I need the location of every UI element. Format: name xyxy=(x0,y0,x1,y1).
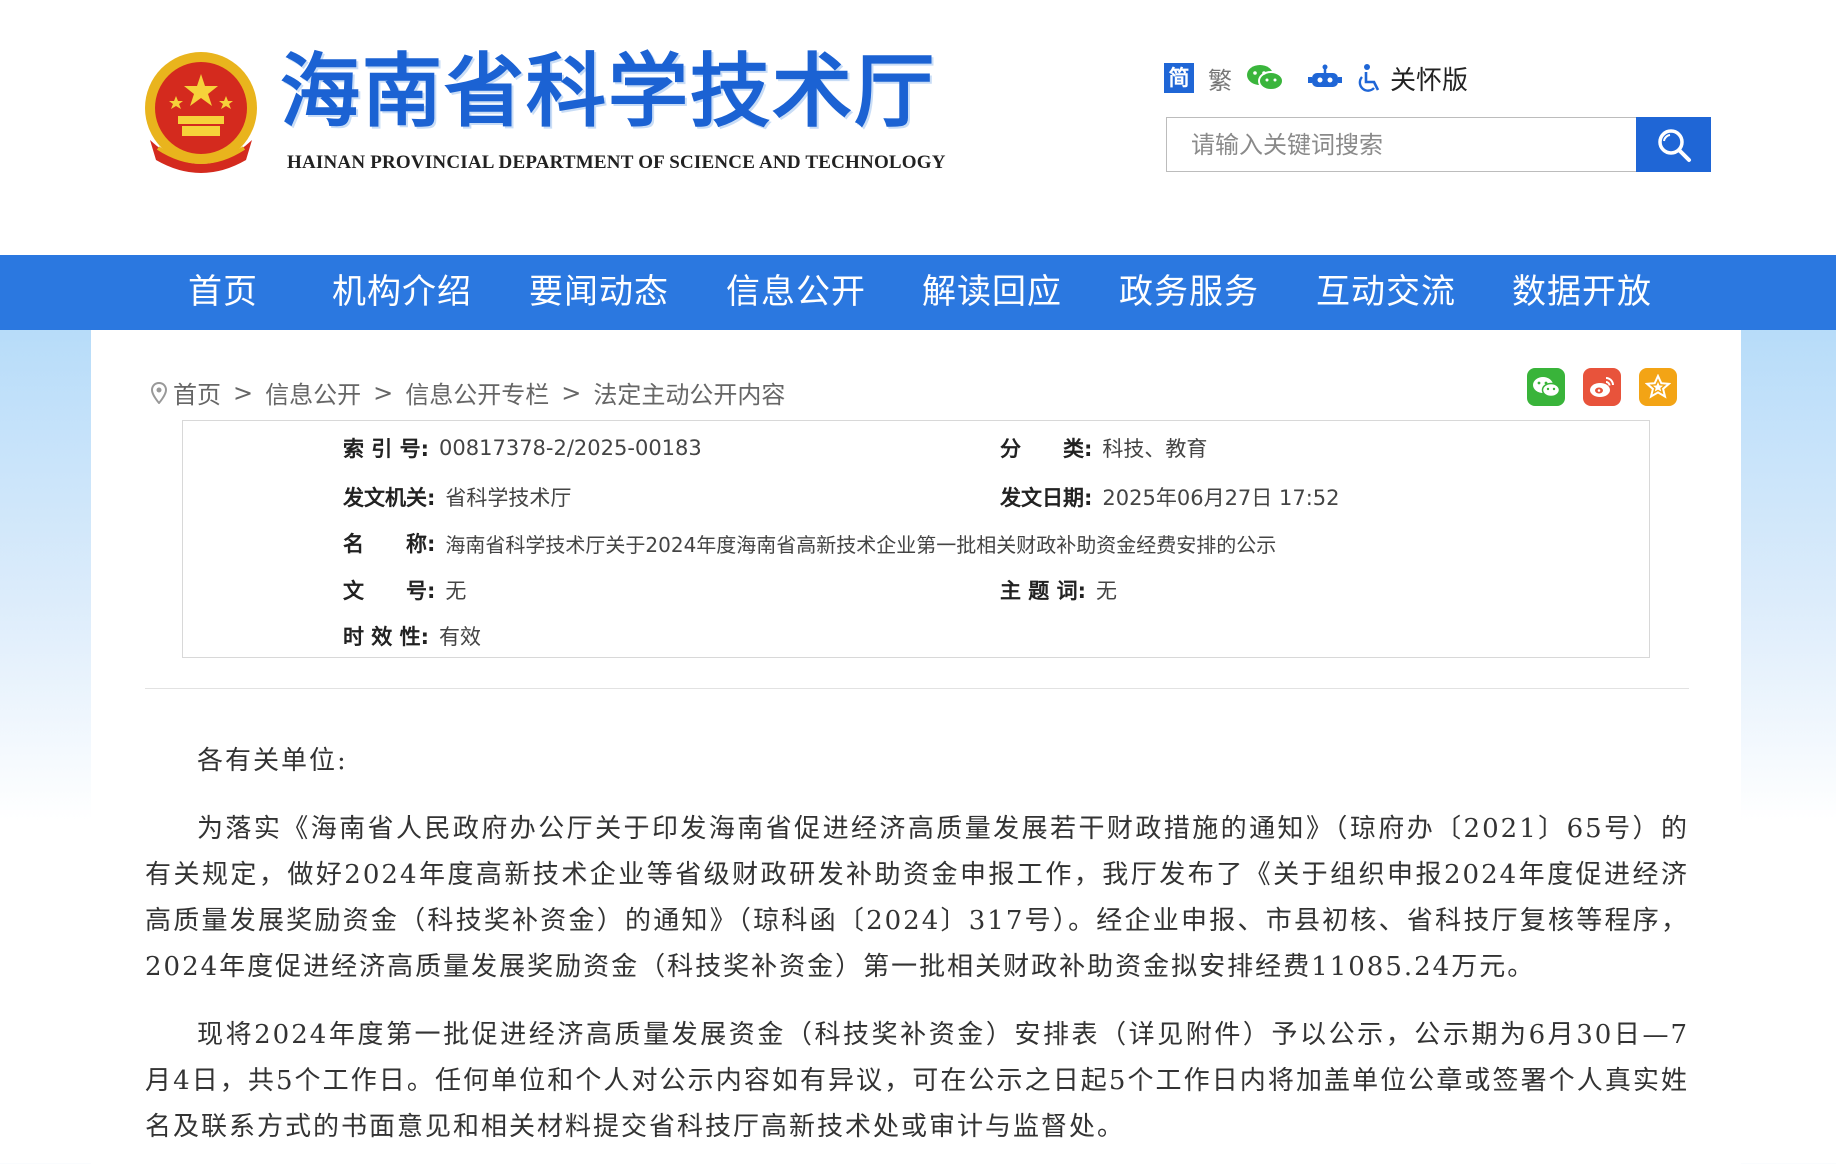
breadcrumb-separator: > xyxy=(561,378,582,407)
simplified-chinese-button[interactable]: 简 xyxy=(1164,63,1194,93)
meta-docno-label: 文 号: xyxy=(343,579,436,603)
breadcrumb-home[interactable]: 首页 xyxy=(173,375,221,410)
meta-date-label: 发文日期: xyxy=(1000,486,1093,510)
content-divider xyxy=(145,688,1689,689)
meta-issuer: 发文机关: 省科学技术厅 xyxy=(343,482,571,512)
site-title: 海南省科学技术厅 xyxy=(280,45,936,138)
location-pin-icon xyxy=(151,381,167,404)
breadcrumb-separator: > xyxy=(233,378,254,407)
meta-name-label: 名 称: xyxy=(343,532,436,556)
share-wechat-button[interactable] xyxy=(1527,368,1565,406)
meta-index-label: 索 引 号: xyxy=(343,437,430,461)
meta-subject-label: 主 题 词: xyxy=(1000,579,1087,603)
breadcrumb: 首页 > 信息公开 > 信息公开专栏 > 法定主动公开内容 xyxy=(151,375,785,410)
meta-docno-value: 无 xyxy=(445,579,467,603)
nav-item-services[interactable]: 政务服务 xyxy=(1119,255,1259,330)
meta-validity-label: 时 效 性: xyxy=(343,625,430,649)
header-tools: 简 繁 关怀版 xyxy=(1164,60,1468,96)
national-emblem-icon xyxy=(145,52,257,173)
accessibility-icon[interactable] xyxy=(1356,63,1384,93)
meta-issuer-value: 省科学技术厅 xyxy=(445,486,572,510)
nav-item-about[interactable]: 机构介绍 xyxy=(332,255,472,330)
article-salutation: 各有关单位: xyxy=(197,746,348,776)
meta-issuer-label: 发文机关: xyxy=(343,486,436,510)
meta-category-label: 分 类: xyxy=(1000,437,1093,461)
weibo-icon xyxy=(1590,377,1614,397)
favorite-button[interactable] xyxy=(1639,368,1677,406)
breadcrumb-current[interactable]: 法定主动公开内容 xyxy=(593,375,785,410)
meta-name-value: 海南省科学技术厅关于2024年度海南省高新技术企业第一批相关财政补助资金经费安排… xyxy=(445,532,1277,557)
meta-validity: 时 效 性: 有效 xyxy=(343,621,481,651)
meta-subject-value: 无 xyxy=(1096,579,1118,603)
meta-date-value: 2025年06月27日 17:52 xyxy=(1102,486,1340,510)
breadcrumb-disclosure[interactable]: 信息公开 xyxy=(265,375,361,410)
meta-docno: 文 号: 无 xyxy=(343,575,466,605)
nav-item-home[interactable]: 首页 xyxy=(188,255,258,330)
star-icon xyxy=(1645,374,1671,399)
search-box xyxy=(1166,117,1711,172)
meta-subject: 主 题 词: 无 xyxy=(1000,575,1117,605)
meta-index-value: 00817378-2/2025-00183 xyxy=(439,436,702,460)
site-subtitle: HAINAN PROVINCIAL DEPARTMENT OF SCIENCE … xyxy=(287,152,946,173)
nav-item-disclosure[interactable]: 信息公开 xyxy=(726,255,866,330)
search-button[interactable] xyxy=(1636,117,1711,172)
site-header: 海南省科学技术厅 HAINAN PROVINCIAL DEPARTMENT OF… xyxy=(0,0,1836,255)
document-metadata: 索 引 号: 00817378-2/2025-00183 分 类: 科技、教育 … xyxy=(182,420,1650,658)
article-paragraph: 为落实《海南省人民政府办公厅关于印发海南省促进经济高质量发展若干财政措施的通知》… xyxy=(145,814,1689,982)
content-panel: 首页 > 信息公开 > 信息公开专栏 > 法定主动公开内容 索 引 号: 008… xyxy=(91,330,1741,1164)
nav-item-interaction[interactable]: 互动交流 xyxy=(1316,255,1456,330)
main-nav: 首页 机构介绍 要闻动态 信息公开 解读回应 政务服务 互动交流 数据开放 xyxy=(0,255,1836,330)
meta-name: 名 称: 海南省科学技术厅关于2024年度海南省高新技术企业第一批相关财政补助资… xyxy=(343,528,1276,558)
search-icon xyxy=(1657,128,1691,162)
care-mode-link[interactable]: 关怀版 xyxy=(1390,60,1468,97)
breadcrumb-disclosure-column[interactable]: 信息公开专栏 xyxy=(405,375,549,410)
meta-date: 发文日期: 2025年06月27日 17:52 xyxy=(1000,482,1340,512)
share-weibo-button[interactable] xyxy=(1583,368,1621,406)
nav-item-news[interactable]: 要闻动态 xyxy=(529,255,669,330)
nav-item-interpretation[interactable]: 解读回应 xyxy=(922,255,1062,330)
traditional-chinese-button[interactable]: 繁 xyxy=(1208,61,1232,96)
breadcrumb-separator: > xyxy=(373,378,394,407)
robot-assistant-icon[interactable] xyxy=(1308,63,1342,93)
meta-category-value: 科技、教育 xyxy=(1102,437,1208,461)
article-body: 各有关单位: 为落实《海南省人民政府办公厅关于印发海南省促进经济高质量发展若干财… xyxy=(145,738,1689,1164)
meta-validity-value: 有效 xyxy=(439,625,482,649)
wechat-icon xyxy=(1533,377,1560,398)
wechat-icon[interactable] xyxy=(1246,63,1284,93)
search-input[interactable] xyxy=(1167,118,1636,171)
article-paragraph: 现将2024年度第一批促进经济高质量发展资金（科技奖补资金）安排表（详见附件）予… xyxy=(145,1020,1689,1142)
share-bar xyxy=(1527,368,1677,406)
meta-category: 分 类: 科技、教育 xyxy=(1000,433,1207,463)
nav-item-open-data[interactable]: 数据开放 xyxy=(1512,255,1652,330)
meta-index: 索 引 号: 00817378-2/2025-00183 xyxy=(343,433,702,463)
